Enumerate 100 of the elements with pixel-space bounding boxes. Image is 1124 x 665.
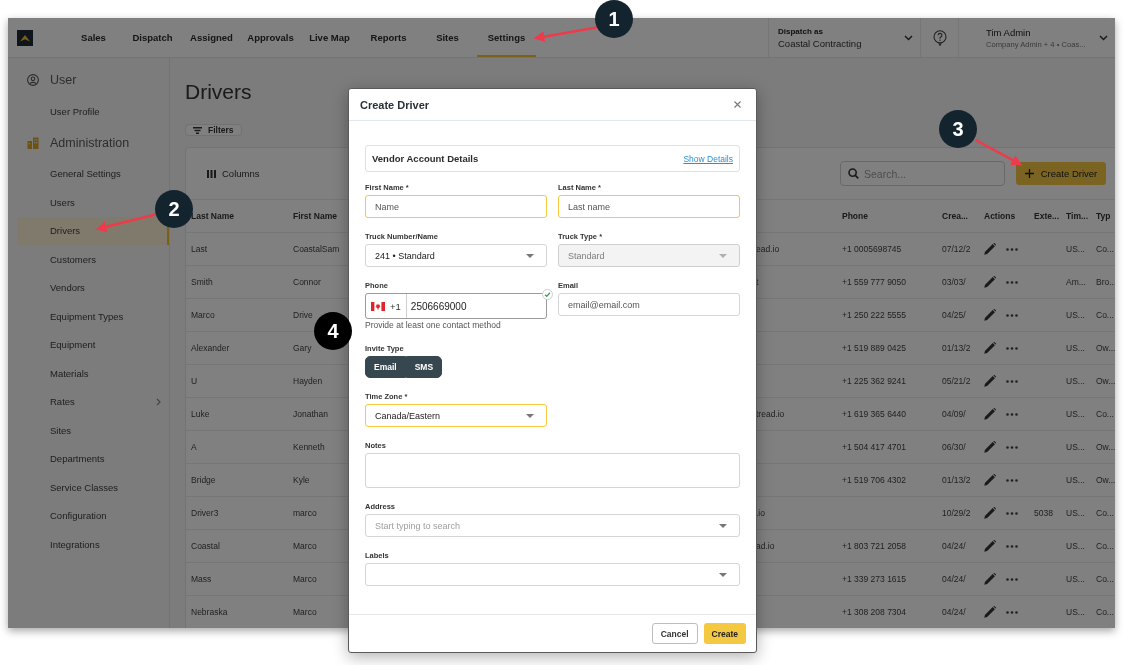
- sidebar-item[interactable]: Sites: [50, 416, 72, 445]
- dots-icon[interactable]: [1006, 445, 1018, 449]
- helper-text: Provide at least one contact method: [365, 320, 502, 330]
- table-cell: Connor: [293, 277, 321, 287]
- sidebar-item[interactable]: Customers: [50, 245, 96, 274]
- nav-tab[interactable]: Assigned: [182, 18, 241, 57]
- table-cell: Alexander: [191, 343, 230, 353]
- dots-icon[interactable]: [1006, 346, 1018, 350]
- table-cell: Co...: [1096, 310, 1114, 320]
- dialog-button[interactable]: Cancel: [651, 623, 698, 644]
- table-cell: +1 519 889 0425: [842, 343, 907, 353]
- pencil-icon[interactable]: [984, 606, 996, 618]
- table-cell: 07/12/2: [942, 244, 971, 254]
- caret-down-icon: [719, 523, 727, 528]
- column-header: Typ: [1096, 211, 1111, 221]
- pencil-icon[interactable]: [984, 309, 996, 321]
- pencil-icon[interactable]: [984, 540, 996, 552]
- table-cell: 04/09/: [942, 409, 966, 419]
- close-icon[interactable]: [734, 101, 741, 108]
- address-field[interactable]: Start typing to search: [365, 514, 740, 537]
- dots-icon[interactable]: [1006, 247, 1018, 251]
- pencil-icon[interactable]: [984, 375, 996, 387]
- table-cell: 06/30/: [942, 442, 966, 452]
- dots-icon[interactable]: [1006, 412, 1018, 416]
- dots-icon[interactable]: [1006, 577, 1018, 581]
- dots-icon[interactable]: [1006, 511, 1018, 515]
- nav-tab[interactable]: Reports: [359, 18, 418, 57]
- nav-tab[interactable]: Live Map: [300, 18, 359, 57]
- labels-field[interactable]: [365, 563, 740, 586]
- columns-button[interactable]: Columns: [207, 168, 260, 179]
- toggle-option[interactable]: Email: [365, 356, 406, 378]
- table-cell: US...: [1066, 409, 1085, 419]
- pencil-icon[interactable]: [984, 408, 996, 420]
- pencil-icon[interactable]: [984, 276, 996, 288]
- dialog-title: Create Driver: [360, 98, 430, 111]
- text-field[interactable]: Name: [365, 195, 547, 218]
- sidebar-item[interactable]: User Profile: [50, 97, 100, 126]
- dialog-button[interactable]: Create: [703, 623, 746, 644]
- show-details-link[interactable]: Show Details: [683, 153, 733, 164]
- table-cell: +1 339 273 1615: [842, 574, 907, 584]
- dispatch-as-dropdown[interactable]: Dispatch as Coastal Contracting: [768, 18, 920, 57]
- table-cell: Ow...: [1096, 343, 1115, 353]
- text-field[interactable]: email@email.com: [558, 293, 740, 316]
- dots-icon[interactable]: [1006, 478, 1018, 482]
- dots-icon[interactable]: [1006, 610, 1018, 614]
- table-cell: t: [756, 277, 759, 287]
- pencil-icon[interactable]: [984, 507, 996, 519]
- sidebar-heading: User: [50, 73, 77, 87]
- sidebar-item[interactable]: Configuration: [50, 501, 107, 530]
- sidebar-heading: Administration: [50, 135, 130, 150]
- sidebar-item[interactable]: Equipment Types: [50, 302, 124, 331]
- flag-icon: [371, 301, 385, 311]
- nav-tab[interactable]: Approvals: [241, 18, 300, 57]
- table-cell: 01/13/2: [942, 475, 971, 485]
- table-cell: marco: [293, 508, 317, 518]
- dots-icon[interactable]: [1006, 544, 1018, 548]
- pencil-icon[interactable]: [984, 441, 996, 453]
- sidebar-item[interactable]: General Settings: [50, 159, 121, 188]
- sidebar-item[interactable]: Users: [50, 188, 75, 217]
- table-cell: US...: [1066, 541, 1085, 551]
- pencil-icon[interactable]: [984, 474, 996, 486]
- dots-icon[interactable]: [1006, 313, 1018, 317]
- pencil-icon[interactable]: [984, 573, 996, 585]
- help-icon[interactable]: [932, 29, 947, 46]
- pencil-icon[interactable]: [984, 342, 996, 354]
- sidebar-item[interactable]: Equipment: [50, 330, 96, 359]
- column-header: Crea...: [942, 211, 968, 221]
- search-icon: [848, 168, 859, 179]
- nav-tab[interactable]: Dispatch: [123, 18, 182, 57]
- dots-icon[interactable]: [1006, 280, 1018, 284]
- create-driver-button[interactable]: Create Driver: [1016, 162, 1106, 185]
- sidebar-item[interactable]: Materials: [50, 359, 89, 388]
- table-cell: Hayden: [293, 376, 323, 386]
- table-cell: Luke: [191, 409, 210, 419]
- sidebar-item[interactable]: Vendors: [50, 273, 85, 302]
- table-cell: 04/24/: [942, 541, 966, 551]
- filters-button[interactable]: Filters: [185, 124, 242, 136]
- nav-tab[interactable]: Sites: [418, 18, 477, 57]
- nav-tab[interactable]: Sales: [64, 18, 123, 57]
- sidebar-item[interactable]: Departments: [50, 444, 105, 473]
- sidebar-item[interactable]: Service Classes: [50, 473, 119, 502]
- text-field[interactable]: Last name: [558, 195, 740, 218]
- table-cell: US...: [1066, 244, 1085, 254]
- table-cell: 04/25/: [942, 310, 966, 320]
- caret-down-icon: [526, 253, 534, 258]
- notes-field[interactable]: [365, 453, 740, 488]
- dropdown-field[interactable]: Canada/Eastern: [365, 404, 547, 427]
- pencil-icon[interactable]: [984, 243, 996, 255]
- sidebar-item[interactable]: Integrations: [50, 530, 100, 559]
- table-cell: Driver3: [191, 508, 219, 518]
- table-cell: Marco: [293, 574, 317, 584]
- table-cell: Marco: [191, 310, 215, 320]
- phone-field[interactable]: +1 2506669000: [365, 293, 547, 319]
- dots-icon[interactable]: [1006, 379, 1018, 383]
- sidebar-item[interactable]: Rates: [50, 387, 169, 416]
- sidebar-item[interactable]: Drivers: [17, 216, 169, 245]
- table-cell: tread.io: [756, 409, 785, 419]
- dropdown-field[interactable]: 241 • Standard: [365, 244, 547, 267]
- table-cell: .io: [756, 508, 765, 518]
- toggle-option[interactable]: SMS: [405, 356, 443, 378]
